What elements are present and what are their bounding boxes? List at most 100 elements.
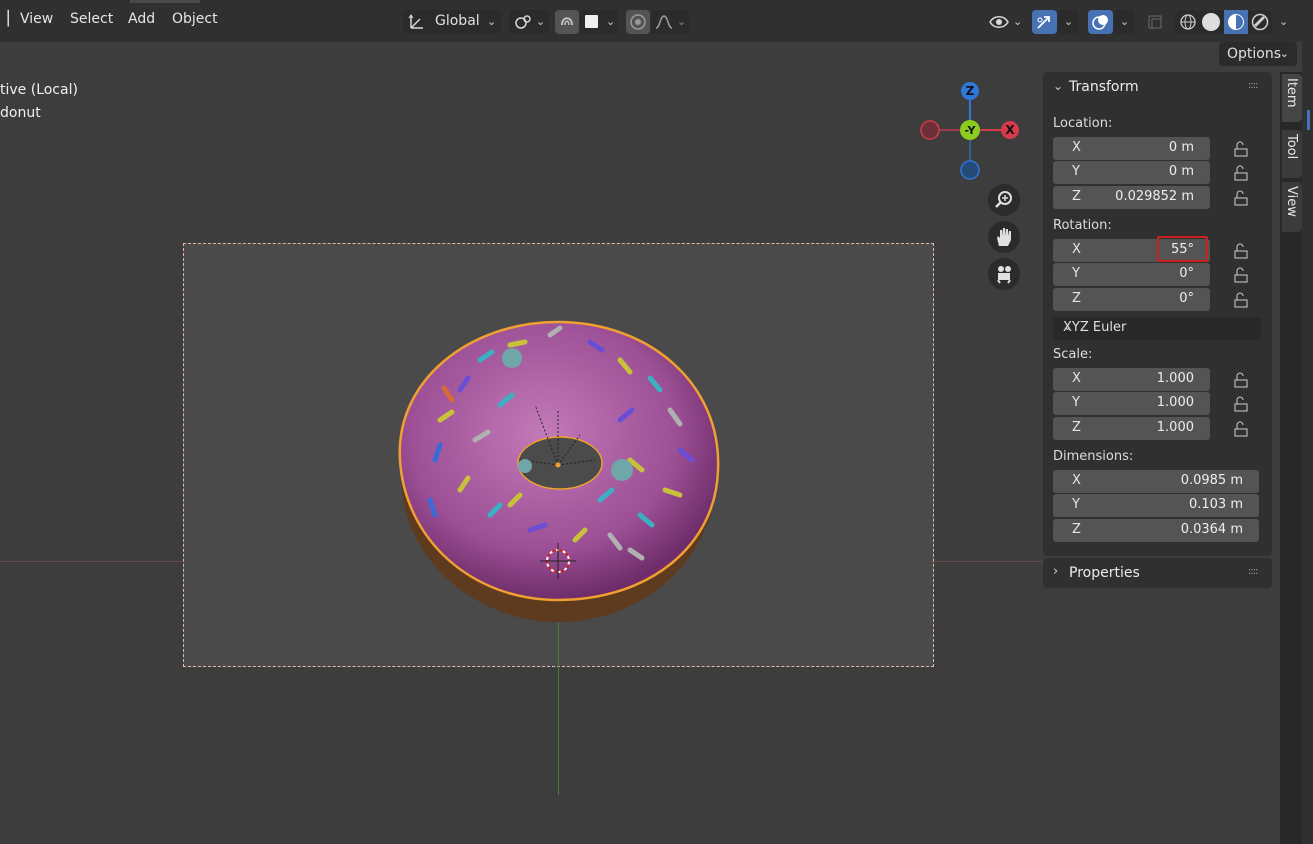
wireframe-shading-icon[interactable] — [1179, 13, 1197, 31]
proportional-falloff-dropdown[interactable]: ⌄ — [651, 10, 689, 34]
tab-view[interactable]: View — [1282, 182, 1302, 232]
zoom-button[interactable] — [988, 184, 1020, 216]
shading-dropdown[interactable]: ⌄ — [1273, 10, 1293, 34]
tab-tool[interactable]: Tool — [1282, 130, 1302, 178]
solid-shading-icon[interactable] — [1202, 13, 1220, 31]
transform-panel-title[interactable]: Transform — [1069, 79, 1139, 95]
location-x-field[interactable]: X0 m — [1053, 137, 1210, 160]
snap-magnet-icon — [561, 17, 573, 26]
chevron-down-icon: ⌄ — [487, 15, 497, 28]
proportional-edit-toggle[interactable] — [626, 10, 650, 34]
pivot-point-dropdown[interactable]: ⌄ — [509, 10, 549, 34]
neg-x-axis-handle — [920, 120, 940, 140]
overlay-circles-icon — [1092, 15, 1108, 30]
rotation-label: Rotation: — [1053, 218, 1112, 233]
chevron-down-icon: ⌄ — [1279, 15, 1289, 28]
location-z-field[interactable]: Z 0.029852 m — [1053, 186, 1210, 209]
x-axis-label: X — [1005, 123, 1015, 137]
drag-grip-icon[interactable]: :::: — [1248, 80, 1259, 91]
rendered-shading-icon[interactable] — [1251, 13, 1269, 31]
donut-object[interactable] — [380, 300, 740, 640]
chevron-down-icon: ⌄ — [677, 15, 687, 28]
gizmo-arrow-icon — [1037, 16, 1050, 29]
chevron-down-icon: ⌄ — [606, 15, 616, 28]
chevron-right-icon: › — [1053, 564, 1059, 579]
gizmo-toggle[interactable] — [1032, 10, 1057, 34]
dimensions-z-field[interactable]: Z 0.0364 m — [1053, 519, 1259, 542]
chevron-down-icon: ⌄ — [1120, 15, 1130, 28]
camera-view-button[interactable] — [988, 258, 1020, 290]
lock-icon[interactable] — [1232, 372, 1250, 388]
menu-object[interactable]: Object — [172, 11, 218, 27]
z-axis-label: Z — [966, 84, 975, 98]
lock-icon[interactable] — [1232, 243, 1250, 259]
collapse-chevron-icon[interactable]: ⌄ — [1053, 79, 1063, 93]
lock-icon[interactable] — [1232, 141, 1250, 157]
scale-z-field[interactable]: Z 1.000 — [1053, 417, 1210, 440]
lock-icon[interactable] — [1232, 421, 1250, 437]
chevron-down-icon: ⌄ — [1279, 47, 1289, 60]
location-label: Location: — [1053, 116, 1113, 131]
menu-view[interactable]: View — [20, 11, 53, 27]
transform-orientation-dropdown[interactable]: Global ⌄ — [403, 10, 501, 34]
material-shading-icon — [1228, 14, 1244, 30]
rotation-z-field[interactable]: Z 0° — [1053, 288, 1210, 311]
properties-panel-header[interactable]: › Properties :::: — [1043, 558, 1272, 588]
lock-icon[interactable] — [1232, 165, 1250, 181]
y-axis-label: -Y — [965, 124, 977, 137]
chevron-down-icon: ⌄ — [1063, 320, 1073, 333]
dimensions-x-field[interactable]: X 0.0985 m — [1053, 470, 1259, 493]
xray-toggle[interactable] — [1143, 10, 1168, 34]
rotation-y-field[interactable]: Y 0° — [1053, 263, 1210, 286]
transform-panel: ⌄ Transform :::: Location: X0 m Y0 m Z 0.… — [1043, 72, 1272, 556]
camera-icon — [997, 266, 1011, 284]
visibility-eye-icon — [989, 16, 1009, 28]
properties-panel-title: Properties — [1069, 565, 1140, 581]
lock-icon[interactable] — [1232, 396, 1250, 412]
viewport-header: ▕ View Select Add Object Global ⌄ ⌄ ⌄ ⌄ … — [0, 0, 1313, 42]
rotation-x-highlight-box — [1157, 236, 1208, 262]
visibility-dropdown[interactable]: ⌄ — [985, 10, 1027, 34]
menu-add[interactable]: Add — [128, 11, 155, 27]
right-region-edge — [1302, 42, 1313, 844]
snap-target-dropdown[interactable]: ⌄ — [580, 10, 618, 34]
menu-edge-icon[interactable]: ▕ — [0, 11, 9, 27]
proportional-edit-icon — [630, 14, 646, 30]
scale-y-field[interactable]: Y 1.000 — [1053, 392, 1210, 415]
material-shading-button[interactable] — [1224, 10, 1248, 34]
active-tab-indicator — [1307, 110, 1310, 130]
dimensions-y-field[interactable]: Y 0.103 m — [1053, 494, 1259, 517]
scale-x-field[interactable]: X 1.000 — [1053, 368, 1210, 391]
rotation-mode-dropdown[interactable]: XYZ Euler ⌄ — [1053, 317, 1261, 340]
gizmo-dropdown[interactable]: ⌄ — [1058, 10, 1078, 34]
tab-item[interactable]: Item — [1282, 74, 1302, 122]
chevron-down-icon: ⌄ — [1013, 15, 1023, 28]
navigation-gizmo[interactable]: Z X -Y — [915, 78, 1025, 188]
xray-icon — [1148, 15, 1162, 29]
scale-label: Scale: — [1053, 347, 1093, 362]
hand-icon — [997, 228, 1011, 246]
menu-select[interactable]: Select — [70, 11, 113, 27]
viewport-view-name: tive (Local) — [0, 82, 78, 98]
chevron-down-icon: ⌄ — [1064, 15, 1074, 28]
location-y-field[interactable]: Y0 m — [1053, 161, 1210, 184]
snap-toggle[interactable] — [555, 10, 579, 34]
pivot-link-icon — [515, 15, 531, 29]
sidebar-tab-strip: Item Tool View — [1280, 72, 1302, 844]
orientation-label: Global — [435, 13, 480, 29]
pan-button[interactable] — [988, 221, 1020, 253]
neg-z-axis-handle — [960, 160, 980, 180]
lock-icon[interactable] — [1232, 190, 1250, 206]
chevron-down-icon: ⌄ — [536, 15, 546, 28]
lock-icon[interactable] — [1232, 292, 1250, 308]
shading-mode-group — [1175, 10, 1272, 34]
options-dropdown[interactable]: Options ⌄ — [1219, 42, 1297, 66]
zoom-icon — [995, 191, 1012, 208]
overlays-dropdown[interactable]: ⌄ — [1114, 10, 1134, 34]
lock-icon[interactable] — [1232, 267, 1250, 283]
header-tab-indicator — [130, 0, 200, 3]
drag-grip-icon[interactable]: :::: — [1248, 566, 1259, 577]
overlays-toggle[interactable] — [1088, 10, 1113, 34]
falloff-curve-icon — [655, 15, 673, 29]
viewport-object-name: donut — [0, 105, 41, 121]
